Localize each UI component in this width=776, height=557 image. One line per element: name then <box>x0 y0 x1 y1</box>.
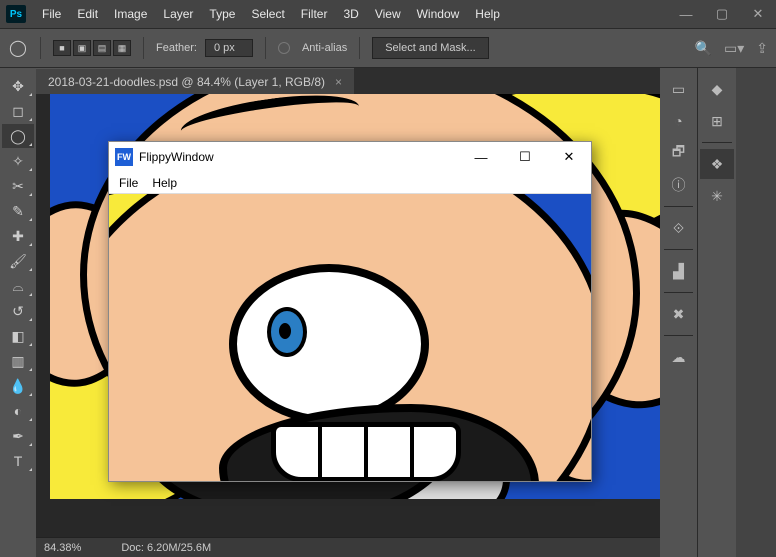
flippy-minimize-button[interactable]: — <box>459 142 503 172</box>
flippy-maximize-button[interactable]: ☐ <box>503 142 547 172</box>
type-tool[interactable]: T <box>2 449 34 473</box>
history-brush-tool[interactable]: ↺ <box>2 299 34 323</box>
flippy-menubar: File Help <box>109 172 591 194</box>
menu-select[interactable]: Select <box>243 3 292 25</box>
marquee-tool[interactable]: ◻ <box>2 99 34 123</box>
document-tab-title: 2018-03-21-doodles.psd @ 84.4% (Layer 1,… <box>48 75 325 89</box>
history-panel-icon[interactable]: ▭ <box>662 74 696 104</box>
lasso-icon[interactable]: ◯ <box>8 38 28 58</box>
selection-new[interactable]: ■ <box>53 40 71 56</box>
tab-close-icon[interactable]: × <box>335 75 342 89</box>
healing-brush-tool[interactable]: ✚ <box>2 224 34 248</box>
brush-settings-panel-icon[interactable]: ⟐ <box>662 213 696 243</box>
menu-layer[interactable]: Layer <box>155 3 201 25</box>
properties-panel-icon[interactable]: ◔ <box>662 106 696 136</box>
lasso-tool[interactable]: ◯ <box>2 124 34 148</box>
toolbox: ✥ ◻ ◯ ✧ ✂ ✎ ✚ 🖌 ⌓ ↺ ◧ ▥ 💧 ◐ ✒ T <box>0 68 36 557</box>
clone-stamp-tool[interactable]: ⌓ <box>2 274 34 298</box>
antialias-label: Anti-alias <box>302 42 347 54</box>
swatches-panel-icon[interactable]: ⊞ <box>700 106 734 136</box>
tool-presets-panel-icon[interactable]: ✖ <box>662 299 696 329</box>
brush-tool[interactable]: 🖌 <box>2 249 34 273</box>
pen-tool[interactable]: ✒ <box>2 424 34 448</box>
menu-file[interactable]: File <box>34 3 69 25</box>
flippy-menu-help[interactable]: Help <box>152 176 177 190</box>
selection-add[interactable]: ▣ <box>73 40 91 56</box>
menu-filter[interactable]: Filter <box>293 3 336 25</box>
flippy-window[interactable]: FW FlippyWindow — ☐ ✕ File Help <box>108 141 592 482</box>
right-dock: ▭ ◔ 🗗 ⓘ ⟐ ▟ ✖ ☁ ◆ ⊞ ❖ ✳ <box>660 68 776 557</box>
options-bar: ◯ ■ ▣ ▤ ▦ Feather: 0 px Anti-alias Selec… <box>0 28 776 68</box>
flippy-titlebar[interactable]: FW FlippyWindow — ☐ ✕ <box>109 142 591 172</box>
selection-mode-group: ■ ▣ ▤ ▦ <box>53 40 131 56</box>
flippy-menu-file[interactable]: File <box>119 176 138 190</box>
minimize-button[interactable]: — <box>668 0 704 28</box>
main-menu: File Edit Image Layer Type Select Filter… <box>34 3 508 25</box>
close-button[interactable]: ✕ <box>740 0 776 28</box>
selection-subtract[interactable]: ▤ <box>93 40 111 56</box>
eyedropper-tool[interactable]: ✎ <box>2 199 34 223</box>
character-panel-icon[interactable]: 🗗 <box>662 138 696 168</box>
status-bar: 84.38% Doc: 6.20M/25.6M <box>36 537 660 557</box>
dodge-tool[interactable]: ◐ <box>2 399 34 423</box>
window-controls: — ▢ ✕ <box>668 0 776 28</box>
crop-tool[interactable]: ✂ <box>2 174 34 198</box>
gradient-tool[interactable]: ▥ <box>2 349 34 373</box>
share-icon[interactable]: ⇪ <box>756 40 768 57</box>
flippy-canvas <box>109 194 591 481</box>
menu-help[interactable]: Help <box>467 3 508 25</box>
menu-image[interactable]: Image <box>106 3 155 25</box>
magic-wand-tool[interactable]: ✧ <box>2 149 34 173</box>
search-icon[interactable]: 🔍 <box>695 40 712 57</box>
channels-panel-icon[interactable]: ✳ <box>700 181 734 211</box>
selection-intersect[interactable]: ▦ <box>113 40 131 56</box>
libraries-panel-icon[interactable]: ☁ <box>662 342 696 372</box>
flippy-title: FlippyWindow <box>139 150 214 164</box>
flippy-logo: FW <box>115 148 133 166</box>
menu-view[interactable]: View <box>367 3 409 25</box>
document-tab[interactable]: 2018-03-21-doodles.psd @ 84.4% (Layer 1,… <box>36 68 354 94</box>
feather-input[interactable]: 0 px <box>205 39 253 57</box>
workspace-icon[interactable]: ▭▾ <box>724 40 744 57</box>
maximize-button[interactable]: ▢ <box>704 0 740 28</box>
move-tool[interactable]: ✥ <box>2 74 34 98</box>
flippy-close-button[interactable]: ✕ <box>547 142 591 172</box>
select-and-mask-button[interactable]: Select and Mask... <box>372 37 489 59</box>
feather-label: Feather: <box>156 42 197 54</box>
app-logo: Ps <box>6 5 26 23</box>
menu-type[interactable]: Type <box>201 3 243 25</box>
info-panel-icon[interactable]: ⓘ <box>662 170 696 200</box>
actions-panel-icon[interactable]: ▟ <box>662 256 696 286</box>
color-panel-icon[interactable]: ◆ <box>700 74 734 104</box>
zoom-level[interactable]: 84.38% <box>44 542 81 554</box>
menu-window[interactable]: Window <box>409 3 468 25</box>
menu-edit[interactable]: Edit <box>69 3 106 25</box>
doc-size[interactable]: Doc: 6.20M/25.6M <box>121 542 211 554</box>
blur-tool[interactable]: 💧 <box>2 374 34 398</box>
menu-3d[interactable]: 3D <box>335 3 366 25</box>
titlebar: Ps File Edit Image Layer Type Select Fil… <box>0 0 776 28</box>
eraser-tool[interactable]: ◧ <box>2 324 34 348</box>
antialias-checkbox[interactable] <box>278 42 290 54</box>
layers-panel-icon[interactable]: ❖ <box>700 149 734 179</box>
